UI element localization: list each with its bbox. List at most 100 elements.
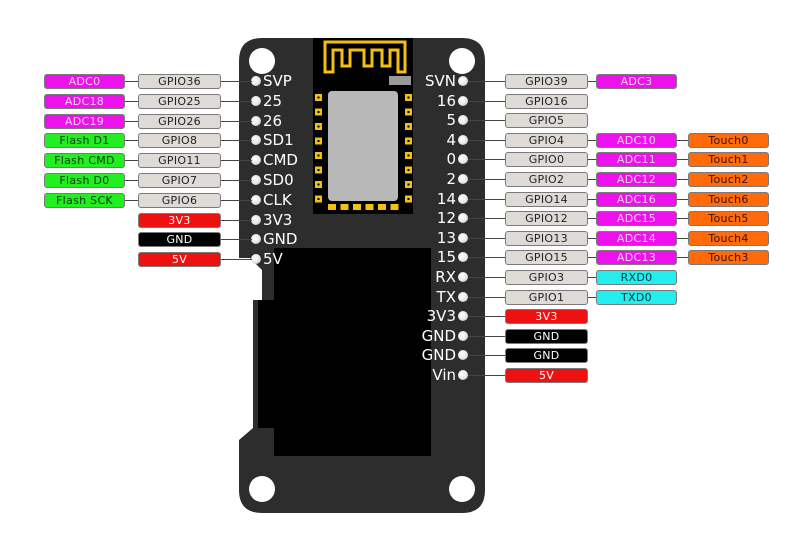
pin-label: 5 <box>446 111 456 130</box>
pin-pad <box>458 174 468 184</box>
module-pad <box>378 204 386 210</box>
pin-pad <box>251 175 261 185</box>
gpio-label: GPIO2 <box>505 172 588 187</box>
connector-line <box>221 120 252 122</box>
pin-pad <box>458 370 468 380</box>
touch-label: Touch4 <box>688 230 769 246</box>
touch-label: Touch6 <box>688 191 769 207</box>
mounting-hole-bottom-right <box>449 476 475 502</box>
connector-line <box>677 139 688 141</box>
adc-label: ADC3 <box>596 74 677 89</box>
gpio-label: GPIO11 <box>138 153 221 169</box>
touch-label: Touch2 <box>688 172 769 187</box>
connector-line <box>125 180 138 181</box>
mounting-hole-top-left <box>249 48 275 74</box>
module-pad <box>353 204 361 210</box>
connector-line <box>588 277 596 278</box>
pin-label: SVP <box>263 72 292 90</box>
connector-line <box>588 198 596 200</box>
module-pad <box>365 204 374 210</box>
gnd-label: GND <box>505 328 588 344</box>
connector-line <box>468 277 505 278</box>
connector-line <box>221 140 252 142</box>
connector-line <box>677 159 688 161</box>
connector-line <box>677 218 688 220</box>
flash-label: Flash D1 <box>44 133 125 149</box>
connector-line <box>468 218 505 220</box>
power-label: 5V <box>138 252 221 268</box>
connector-line <box>221 239 252 241</box>
connector-line <box>468 316 505 318</box>
pin-label: 16 <box>436 91 456 110</box>
connector-line <box>468 139 505 141</box>
pin-pad <box>251 214 261 225</box>
gpio-label: GPIO6 <box>138 192 221 208</box>
pin-label: 15 <box>436 248 456 267</box>
gpio-label: GPIO16 <box>505 93 588 109</box>
connector-line <box>468 335 505 337</box>
connector-line <box>221 199 252 201</box>
gpio-label: GPIO26 <box>138 113 221 129</box>
pin-label: SD1 <box>263 131 294 150</box>
pin-label: CMD <box>263 151 298 170</box>
pin-pad <box>458 95 468 106</box>
mounting-hole-top-right <box>449 48 475 74</box>
pin-label: SVN <box>424 72 456 90</box>
connector-line <box>221 160 252 162</box>
pin-label: 26 <box>263 111 283 130</box>
pin-pad <box>251 76 261 86</box>
connector-line <box>125 100 138 102</box>
gnd-label: GND <box>505 348 588 364</box>
pin-pad <box>458 134 468 145</box>
pin-label: 2 <box>446 170 456 188</box>
adc-label: ADC10 <box>596 132 677 148</box>
gpio-label: GPIO14 <box>505 191 588 207</box>
pin-pad <box>458 193 468 204</box>
gpio-label: GPIO25 <box>138 93 221 109</box>
connector-line <box>221 259 252 261</box>
adc-label: ADC18 <box>44 93 125 109</box>
uart-label: RXD0 <box>596 270 677 285</box>
connector-line <box>677 198 688 200</box>
pin-label: GND <box>263 230 298 249</box>
pin-label: RX <box>435 268 456 286</box>
connector-line <box>221 180 252 181</box>
gpio-label: GPIO3 <box>505 270 588 285</box>
gpio-label: GPIO0 <box>505 152 588 168</box>
adc-label: ADC11 <box>596 152 677 168</box>
adc-label: ADC16 <box>596 191 677 207</box>
pin-pad <box>251 194 261 205</box>
connector-line <box>468 375 505 376</box>
touch-label: Touch3 <box>688 250 769 266</box>
adc-label: ADC14 <box>596 230 677 246</box>
connector-line <box>677 179 688 180</box>
power-label: 3V3 <box>138 212 221 228</box>
touch-label: Touch1 <box>688 152 769 168</box>
pin-label: TX <box>436 287 456 306</box>
connector-line <box>588 179 596 180</box>
pin-pad <box>251 115 261 126</box>
connector-line <box>468 159 505 161</box>
power-label: 5V <box>505 368 588 383</box>
gpio-label: GPIO15 <box>505 250 588 266</box>
pin-label: 13 <box>436 228 456 247</box>
connector-line <box>125 199 138 201</box>
connector-line <box>468 257 505 259</box>
power-label: 3V3 <box>505 309 588 325</box>
connector-line <box>588 296 596 298</box>
connector-line <box>468 296 505 298</box>
pin-label: CLK <box>263 190 292 209</box>
adc-label: ADC19 <box>44 113 125 129</box>
connector-line <box>468 355 505 357</box>
connector-line <box>588 81 596 82</box>
touch-label: Touch5 <box>688 211 769 227</box>
gpio-label: GPIO5 <box>505 113 588 129</box>
connector-line <box>221 81 252 82</box>
module-pad <box>340 204 349 210</box>
gnd-label: GND <box>138 232 221 248</box>
pin-label: 25 <box>263 91 283 110</box>
gpio-label: GPIO4 <box>505 132 588 148</box>
flash-label: Flash CMD <box>44 153 125 169</box>
gpio-label: GPIO7 <box>138 173 221 188</box>
gpio-label: GPIO13 <box>505 230 588 246</box>
